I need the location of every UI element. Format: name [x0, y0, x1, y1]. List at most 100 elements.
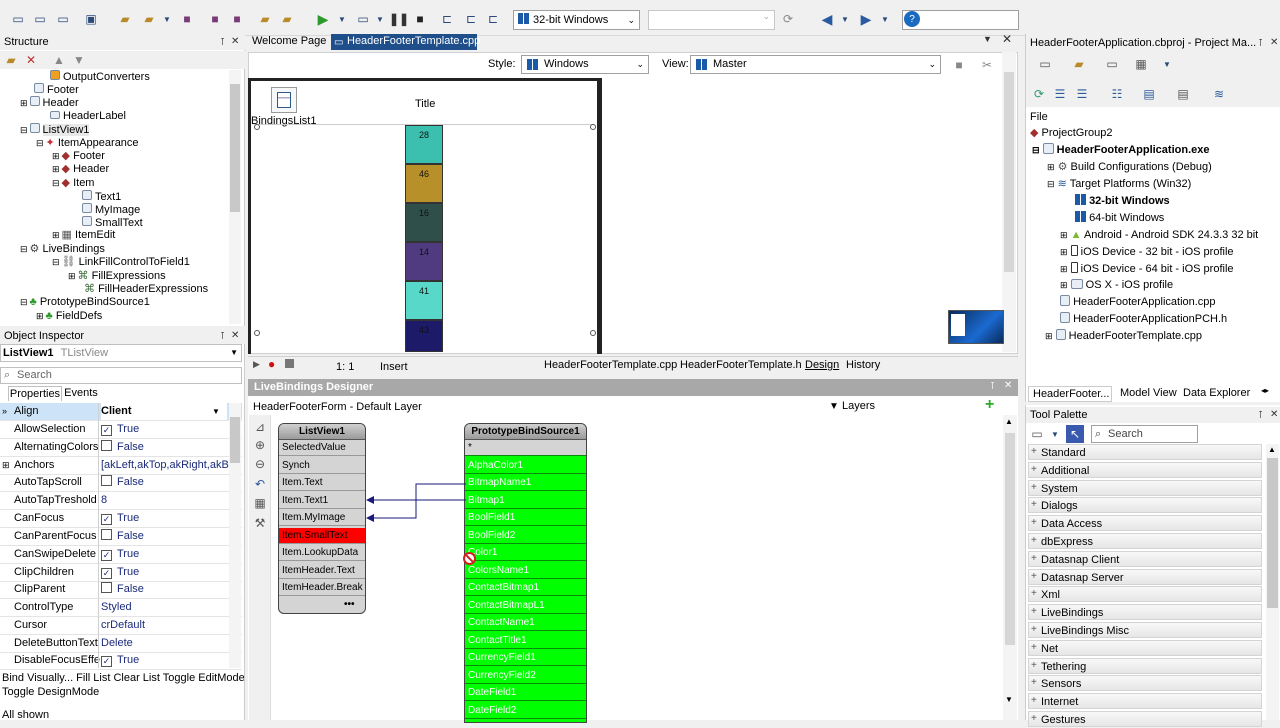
folder-icon[interactable]: ▰ — [2, 51, 20, 69]
list-item-tile[interactable]: 46 — [405, 164, 443, 203]
help-icon[interactable]: ? — [904, 11, 920, 27]
close-icon[interactable]: ✕ — [1002, 32, 1012, 46]
bindsource-field[interactable]: ContactBitmapL1 — [465, 597, 586, 614]
pin-icon[interactable]: ⊺ — [1258, 410, 1263, 421]
palette-category[interactable]: Tethering — [1028, 658, 1262, 674]
property-row[interactable]: AutoTapTreshold 8 — [0, 492, 242, 510]
tree-item[interactable]: OutputConverters — [50, 70, 150, 83]
listview-box-header[interactable]: ListView1 — [279, 424, 365, 440]
pm-tree-item[interactable]: HeaderFooterApplicationPCH.h — [1060, 311, 1227, 327]
run-without-debug-icon[interactable]: ▭ — [354, 10, 372, 28]
listview-field[interactable]: Synch — [279, 457, 365, 474]
property-value[interactable]: False — [101, 439, 229, 456]
property-value[interactable]: [akLeft,akTop,akRight,akBo — [101, 457, 229, 474]
listview-field[interactable]: Item.LookupData — [279, 545, 365, 561]
editor-tab-welcome[interactable]: Welcome Page — [252, 34, 326, 50]
livebindings-scrollbar[interactable]: ▲ ▼ — [1003, 415, 1017, 720]
list-item-tile[interactable]: 16 — [405, 203, 443, 242]
run-without-debug-dropdown-icon[interactable]: ▼ — [371, 10, 389, 28]
delete-icon[interactable]: ✕ — [22, 51, 40, 69]
bindsource-field[interactable]: BoolField2 — [465, 527, 586, 544]
property-row[interactable]: DisableFocusEffect ✓ True — [0, 652, 242, 670]
bindingslist-component[interactable] — [271, 87, 297, 113]
property-value[interactable]: False — [101, 581, 229, 598]
wizard-icon[interactable]: ⚒ — [251, 514, 269, 532]
palette-category[interactable]: Sensors — [1028, 675, 1262, 691]
forward-arrow-icon[interactable]: ▶ — [857, 10, 875, 28]
run-dropdown-icon[interactable]: ▼ — [333, 10, 351, 28]
listview-field[interactable]: Item.Text — [279, 475, 365, 491]
property-row[interactable]: DeleteButtonText Delete — [0, 635, 242, 653]
chevron-down-icon[interactable]: ▼ — [212, 403, 220, 420]
bottom-tab-design[interactable]: Design — [805, 359, 839, 371]
tree-item[interactable]: ⊞ ◆ Header — [52, 163, 109, 176]
tree-item[interactable]: Text1 — [82, 190, 121, 203]
selection-handle[interactable] — [590, 124, 596, 130]
rearrange-icon[interactable]: ▦ — [251, 494, 269, 512]
tree-item[interactable]: ⊟ ⚙ LiveBindings — [20, 243, 105, 256]
close-all-icon[interactable]: ■ — [228, 10, 246, 28]
property-value[interactable]: Delete — [101, 635, 229, 652]
property-value[interactable]: Styled — [101, 599, 229, 616]
pm-filter-icon[interactable]: ▤ — [1140, 85, 1158, 103]
tab-data-explorer[interactable]: Data Explorer — [1183, 387, 1250, 399]
listview-field[interactable]: Item.Text1 — [279, 492, 365, 509]
palette-category[interactable]: Xml — [1028, 586, 1262, 602]
bindsource-field[interactable]: Color1 — [465, 545, 586, 562]
property-row[interactable]: » Align Client ▼ — [0, 403, 242, 421]
property-row[interactable]: AutoTapScroll False — [0, 474, 242, 492]
bindsource-field[interactable]: CurrencyField2 — [465, 667, 586, 684]
pin-icon[interactable]: ⊺ — [1258, 38, 1263, 49]
pm-tab-active[interactable]: HeaderFooter... — [1028, 386, 1112, 402]
trace-into-icon[interactable]: ⊏ — [462, 10, 480, 28]
bindsource-box-header[interactable]: PrototypeBindSource1 — [465, 424, 586, 440]
close-icon[interactable]: ✕ — [1270, 37, 1278, 48]
bindsource-field[interactable]: BitmapName1 — [465, 475, 586, 492]
tree-item[interactable]: ⊟ ♣ PrototypeBindSource1 — [20, 296, 150, 309]
close-icon[interactable]: ✕ — [1270, 409, 1278, 420]
bindsource-field[interactable]: ContactBitmap1 — [465, 580, 586, 597]
pm-sync-icon[interactable]: ⟳ — [1030, 85, 1048, 103]
close-icon[interactable]: ✕ — [231, 36, 239, 47]
tree-item[interactable]: MyImage — [82, 203, 140, 216]
palette-category[interactable]: Additional — [1028, 462, 1262, 478]
back-dropdown-icon[interactable]: ▼ — [836, 10, 854, 28]
property-value[interactable]: False — [101, 474, 229, 491]
tree-item[interactable]: ⊞ ▦ ItemEdit — [52, 229, 115, 242]
designer-scrollbar[interactable] — [1002, 52, 1016, 352]
checkbox[interactable]: ✓ — [101, 514, 112, 525]
listview-field[interactable]: Item.SmallText — [279, 527, 365, 544]
add-layer-icon[interactable]: + — [985, 396, 994, 414]
palette-category[interactable]: LiveBindings — [1028, 604, 1262, 620]
property-value[interactable]: Client — [101, 403, 227, 420]
palette-category[interactable]: LiveBindings Misc — [1028, 622, 1262, 638]
pin-icon[interactable]: ⊺ — [220, 37, 225, 48]
scrollbar-thumb[interactable] — [1267, 458, 1278, 608]
bindsource-field[interactable]: DateField1 — [465, 685, 586, 702]
pm-tree-item[interactable]: 64-bit Windows — [1075, 210, 1164, 226]
bindsource-field[interactable]: ContactName1 — [465, 615, 586, 632]
pm-tree-item[interactable]: ⊞ ⚙ Build Configurations (Debug) — [1047, 159, 1212, 175]
list-item-tile[interactable]: 14 — [405, 242, 443, 281]
scrollbar-thumb[interactable] — [1005, 433, 1015, 645]
property-row[interactable]: Cursor crDefault — [0, 617, 242, 635]
inspector-search[interactable]: ⌕ Search — [0, 367, 242, 384]
inspector-verbs[interactable]: Bind Visually... Fill List Clear List To… — [2, 671, 244, 699]
pm-folder-icon[interactable]: ▭ — [1103, 55, 1121, 73]
tree-item[interactable]: SmallText — [82, 216, 143, 229]
selection-handle[interactable] — [254, 124, 260, 130]
new-items-icon[interactable]: ▭ — [31, 10, 49, 28]
pm-expand-icon[interactable]: ☰ — [1073, 85, 1091, 103]
open-project-icon[interactable]: ▰ — [140, 10, 158, 28]
editor-tab-active[interactable]: ▭ HeaderFooterTemplate.cpp — [331, 34, 480, 50]
scrollbar-thumb[interactable] — [230, 417, 240, 463]
palette-category[interactable]: Internet — [1028, 693, 1262, 709]
pm-grid-icon[interactable]: ▦ — [1132, 55, 1150, 73]
close-icon[interactable]: ✕ — [231, 330, 239, 341]
property-row[interactable]: AllowSelection ✓ True — [0, 421, 242, 439]
pm-tree-item[interactable]: 32-bit Windows — [1075, 193, 1170, 209]
palette-category[interactable]: Datasnap Server — [1028, 569, 1262, 585]
list-item-tile[interactable]: 28 — [405, 125, 443, 164]
run-icon[interactable]: ▶ — [314, 10, 332, 28]
pin-icon[interactable]: ⊺ — [990, 381, 995, 392]
